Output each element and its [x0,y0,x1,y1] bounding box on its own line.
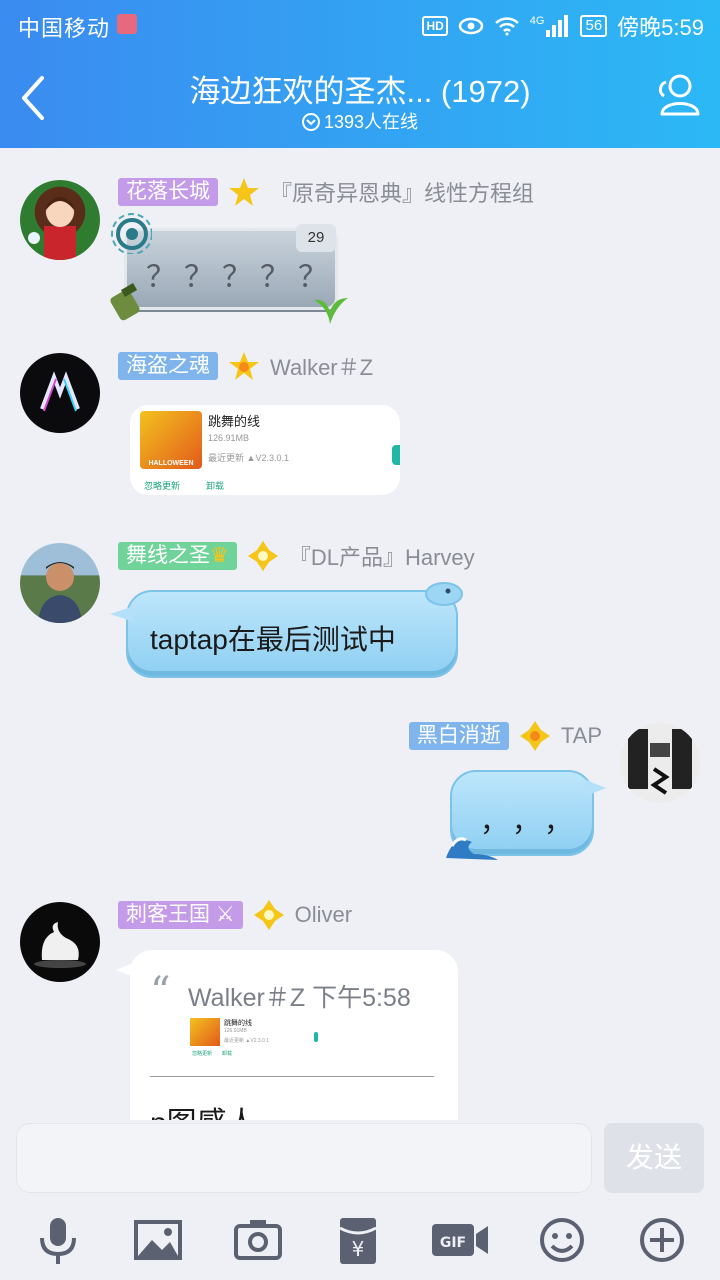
count-tag: 29 [296,224,336,252]
chat-title: 海边狂欢的圣杰... (1972) [189,74,531,109]
microphone-icon[interactable] [30,1212,86,1268]
hd-icon: HD [422,16,448,36]
quote-header: Walker＃Z 下午5:58 [188,984,411,1012]
avatar[interactable] [20,353,100,433]
message-meta: 海盗之魂 Walker＃Z [118,350,373,382]
card-edge [314,1032,318,1042]
app-title: 跳舞的线 [224,1020,252,1027]
image-icon[interactable] [130,1212,186,1268]
message-text: taptap在最后测试中 [150,624,396,655]
reply-bubble[interactable]: “ Walker＃Z 下午5:58 跳舞的线 126.91MB 最近更新 ▲V2… [116,950,458,1120]
title-badge: 花落长城 [118,178,218,206]
message-bubble[interactable]: taptap在最后测试中 [110,582,463,678]
star-icon [519,721,550,751]
app-thumbnail [190,1018,220,1046]
star-icon [247,541,278,571]
app-update-label: 最近更新 ▲V2.3.0.1 [224,1038,269,1044]
bubble-tail [586,780,606,796]
bubble-tail [110,606,134,622]
star-icon [253,900,284,930]
chevron-down-icon[interactable] [301,113,320,131]
message-meta: 花落长城 『原奇异恩典』线性方程组 [118,176,534,208]
avatar[interactable] [20,902,100,982]
header: 中国移动 HD 4G 56 傍晚5:59 海边狂欢的圣杰... (1972) 1… [0,0,720,148]
plus-icon[interactable] [634,1212,690,1268]
uninstall-link: 卸载 [222,1051,233,1057]
chat-area[interactable]: 花落长城 『原奇异恩典』线性方程组 ？？？？？ 29 海盗之魂 Walker＃Z… [0,148,720,1120]
whale-icon [425,582,463,606]
svg-text:GIF: GIF [440,1235,466,1251]
send-button[interactable]: 发送 [604,1123,704,1193]
battery-indicator: 56 [580,15,608,37]
online-count: 1393人在线 [0,108,720,134]
sword-icon: ⚔ [210,903,235,926]
eye-icon [458,17,484,35]
nav-bar: 海边狂欢的圣杰... (1972) 1393人在线 [0,50,720,148]
network-type: 4G [529,15,545,27]
message-text: p图感人 [150,1098,257,1120]
sender-name: 『原奇异恩典』线性方程组 [270,181,535,206]
roller-icon [110,283,140,321]
camera-icon[interactable] [230,1212,286,1268]
sender-name: 『DL产品』Harvey [288,545,475,570]
input-toolbar: ¥ GIF [0,1212,720,1272]
quote-icon: “ [150,969,171,1015]
wave-icon [446,837,498,860]
divider [150,1076,434,1077]
message-input[interactable] [16,1123,592,1193]
uninstall-link[interactable]: 卸载 [206,479,224,492]
quoted-app-card: 跳舞的线 126.91MB 最近更新 ▲V2.3.0.1 忽略更新 卸载 [188,1016,320,1060]
gif-icon[interactable]: GIF [430,1212,490,1268]
app-thumbnail: HALLOWEEN [140,411,202,469]
svg-text:¥: ¥ [352,1237,365,1261]
input-bar: 发送 ¥ GIF [0,1120,720,1280]
bubble-tail [116,962,136,978]
status-bar: 中国移动 HD 4G 56 傍晚5:59 [0,0,720,50]
sender-name: TAP [560,723,602,748]
app-update-card[interactable]: HALLOWEEN 跳舞的线 126.91MB 最近更新 ▲V2.3.0.1 忽… [130,405,400,495]
sender-name: Walker＃Z [270,355,374,380]
status-time: 傍晚5:59 [617,15,704,40]
app-size: 126.91MB [224,1028,247,1034]
red-packet-icon[interactable]: ¥ [330,1212,386,1268]
signal-icon [546,15,569,37]
target-icon [111,213,152,254]
app-size: 126.91MB [208,433,250,443]
ignore-update-link[interactable]: 忽略更新 [144,479,180,492]
app-update-label: 最近更新 ▲V2.3.0.1 [208,453,289,463]
crown-icon: ♛ [210,544,229,567]
message-meta: 黑白消逝 TAP [408,720,602,752]
star-icon [229,352,259,380]
carrier-name: 中国移动 [18,16,111,41]
app-banner-text: HALLOWEEN [148,460,194,467]
message-bubble[interactable]: ？？？？？ 29 [108,210,358,326]
title-badge: 海盗之魂 [118,352,218,380]
message-meta: 刺客王国 ⚔ Oliver [118,899,352,931]
leaf-icon [314,298,348,324]
card-edge [392,445,400,465]
avatar[interactable] [20,180,100,260]
online-count-text: 1393人在线 [323,112,419,132]
message-bubble[interactable]: ，，， [446,770,606,860]
group-members-icon[interactable] [652,70,704,122]
title-badge: 黑白消逝 [408,722,509,750]
wifi-icon [494,17,519,36]
message-meta: 舞线之圣♛ 『DL产品』Harvey [118,540,475,572]
emoji-icon[interactable] [534,1212,590,1268]
title-badge: 舞线之圣♛ [118,542,237,570]
ignore-update-link: 忽略更新 [192,1051,213,1057]
book-icon [117,14,137,34]
star-icon [229,178,259,206]
sender-name: Oliver [294,902,353,927]
avatar[interactable] [20,543,100,623]
app-title: 跳舞的线 [208,414,261,429]
avatar[interactable] [620,723,700,803]
title-badge: 刺客王国 ⚔ [118,901,243,929]
